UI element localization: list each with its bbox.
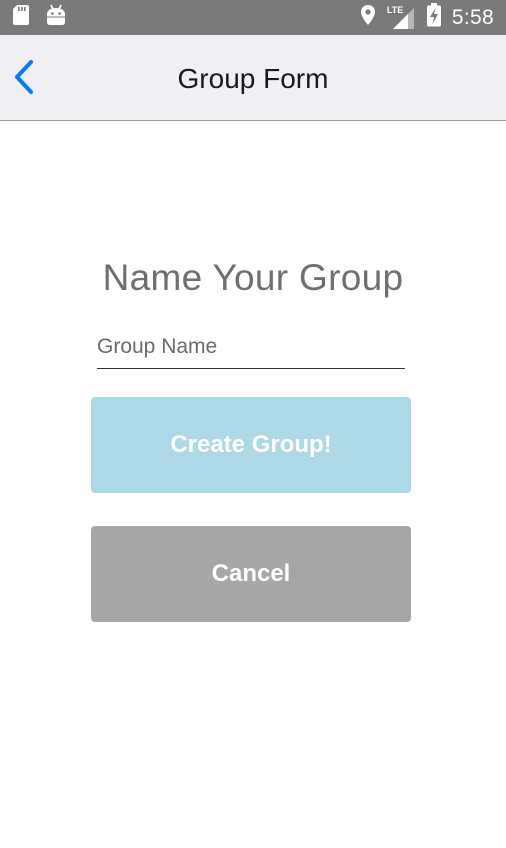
- page-title: Group Form: [177, 63, 329, 94]
- cancel-button[interactable]: Cancel: [91, 526, 411, 622]
- group-name-input[interactable]: [97, 325, 405, 368]
- signal-icon: LTE: [386, 5, 416, 30]
- location-icon: [360, 4, 376, 31]
- battery-charging-icon: [426, 3, 442, 32]
- sd-card-icon: [12, 4, 30, 31]
- group-name-field[interactable]: [97, 325, 405, 369]
- status-left: [0, 4, 66, 31]
- status-bar: LTE 5:58: [0, 0, 506, 35]
- android-icon: [46, 4, 66, 31]
- app-bar: Group Form: [0, 35, 506, 121]
- create-group-button[interactable]: Create Group!: [91, 397, 411, 493]
- status-right: LTE 5:58: [360, 3, 506, 32]
- clock: 5:58: [451, 5, 494, 29]
- form-heading: Name Your Group: [102, 257, 404, 298]
